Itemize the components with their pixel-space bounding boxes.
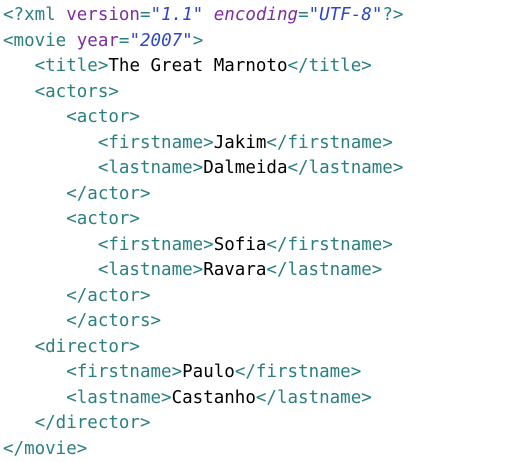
xml-tag: </lastname> xyxy=(287,158,404,178)
xml-tag: <lastname> xyxy=(97,260,204,280)
xml-tag: <firstname> xyxy=(97,132,214,153)
xml-text-content: Paulo xyxy=(182,362,235,382)
xml-text-content: Sofia xyxy=(213,234,267,255)
code-line: </actor> xyxy=(3,284,508,310)
xml-code-view: <?xml version="1.1" encoding="UTF-8"?> <m… xyxy=(3,3,508,462)
xml-attribute-value: "UTF-8" xyxy=(308,5,383,25)
xml-tag: <firstname> xyxy=(66,362,183,382)
xml-tag: <actor> xyxy=(66,107,140,127)
xml-tag: <?xml xyxy=(3,5,67,25)
xml-tag: </actor> xyxy=(66,183,151,204)
xml-attribute-name: encoding xyxy=(213,5,299,25)
xml-tag: <movie xyxy=(3,30,77,51)
code-line: </director> xyxy=(3,411,508,437)
code-line: <actors> xyxy=(3,80,508,106)
xml-tag: </actors> xyxy=(66,311,162,331)
xml-attribute-value: "1.1" xyxy=(150,5,204,25)
xml-tag: = xyxy=(139,5,151,25)
xml-tag: <director> xyxy=(34,336,140,357)
xml-tag: </firstname> xyxy=(266,132,393,153)
xml-tag: </movie> xyxy=(3,438,88,459)
xml-tag: </director> xyxy=(34,413,151,433)
xml-tag: = xyxy=(118,30,130,51)
code-line: <firstname>Paulo</firstname> xyxy=(3,360,508,386)
xml-tag: </lastname> xyxy=(255,387,372,408)
xml-text-content: Jakim xyxy=(213,132,267,153)
code-line: <title>The Great Marnoto</title> xyxy=(3,54,508,80)
xml-tag: </lastname> xyxy=(266,260,383,280)
code-line: <lastname>Dalmeida</lastname> xyxy=(3,156,508,182)
xml-tag: <actors> xyxy=(34,81,119,102)
xml-tag: </firstname> xyxy=(266,234,393,255)
code-line: <firstname>Sofia</firstname> xyxy=(3,233,508,259)
code-line: <actor> xyxy=(3,207,508,233)
xml-text-content: Dalmeida xyxy=(203,158,288,178)
xml-tag xyxy=(203,5,214,25)
code-line: <firstname>Jakim</firstname> xyxy=(3,131,508,157)
xml-tag: = xyxy=(298,5,309,25)
xml-tag: <lastname> xyxy=(66,387,172,408)
xml-tag: <actor> xyxy=(66,209,140,229)
xml-tag: ?> xyxy=(382,5,404,25)
xml-tag: > xyxy=(192,30,204,51)
code-line: <lastname>Castanho</lastname> xyxy=(3,386,508,412)
code-line: </movie> xyxy=(3,437,508,462)
code-line: <?xml version="1.1" encoding="UTF-8"?> xyxy=(3,3,508,29)
code-line: </actor> xyxy=(3,182,508,208)
code-line: <movie year="2007"> xyxy=(3,29,508,55)
xml-tag: <title> xyxy=(34,56,109,76)
xml-tag: </firstname> xyxy=(234,362,362,382)
xml-attribute-value: "2007" xyxy=(129,30,193,51)
xml-tag: <lastname> xyxy=(97,158,204,178)
code-line: </actors> xyxy=(3,309,508,335)
xml-tag: </actor> xyxy=(66,285,151,306)
xml-attribute-name: version xyxy=(66,5,140,25)
xml-text-content: Ravara xyxy=(203,260,267,280)
xml-tag: </title> xyxy=(287,56,372,76)
xml-tag: <firstname> xyxy=(97,234,214,255)
xml-attribute-name: year xyxy=(76,30,119,51)
xml-text-content: The Great Marnoto xyxy=(108,56,288,76)
code-line: <director> xyxy=(3,335,508,361)
xml-text-content: Castanho xyxy=(171,387,256,408)
code-line: <actor> xyxy=(3,105,508,131)
code-line: <lastname>Ravara</lastname> xyxy=(3,258,508,284)
